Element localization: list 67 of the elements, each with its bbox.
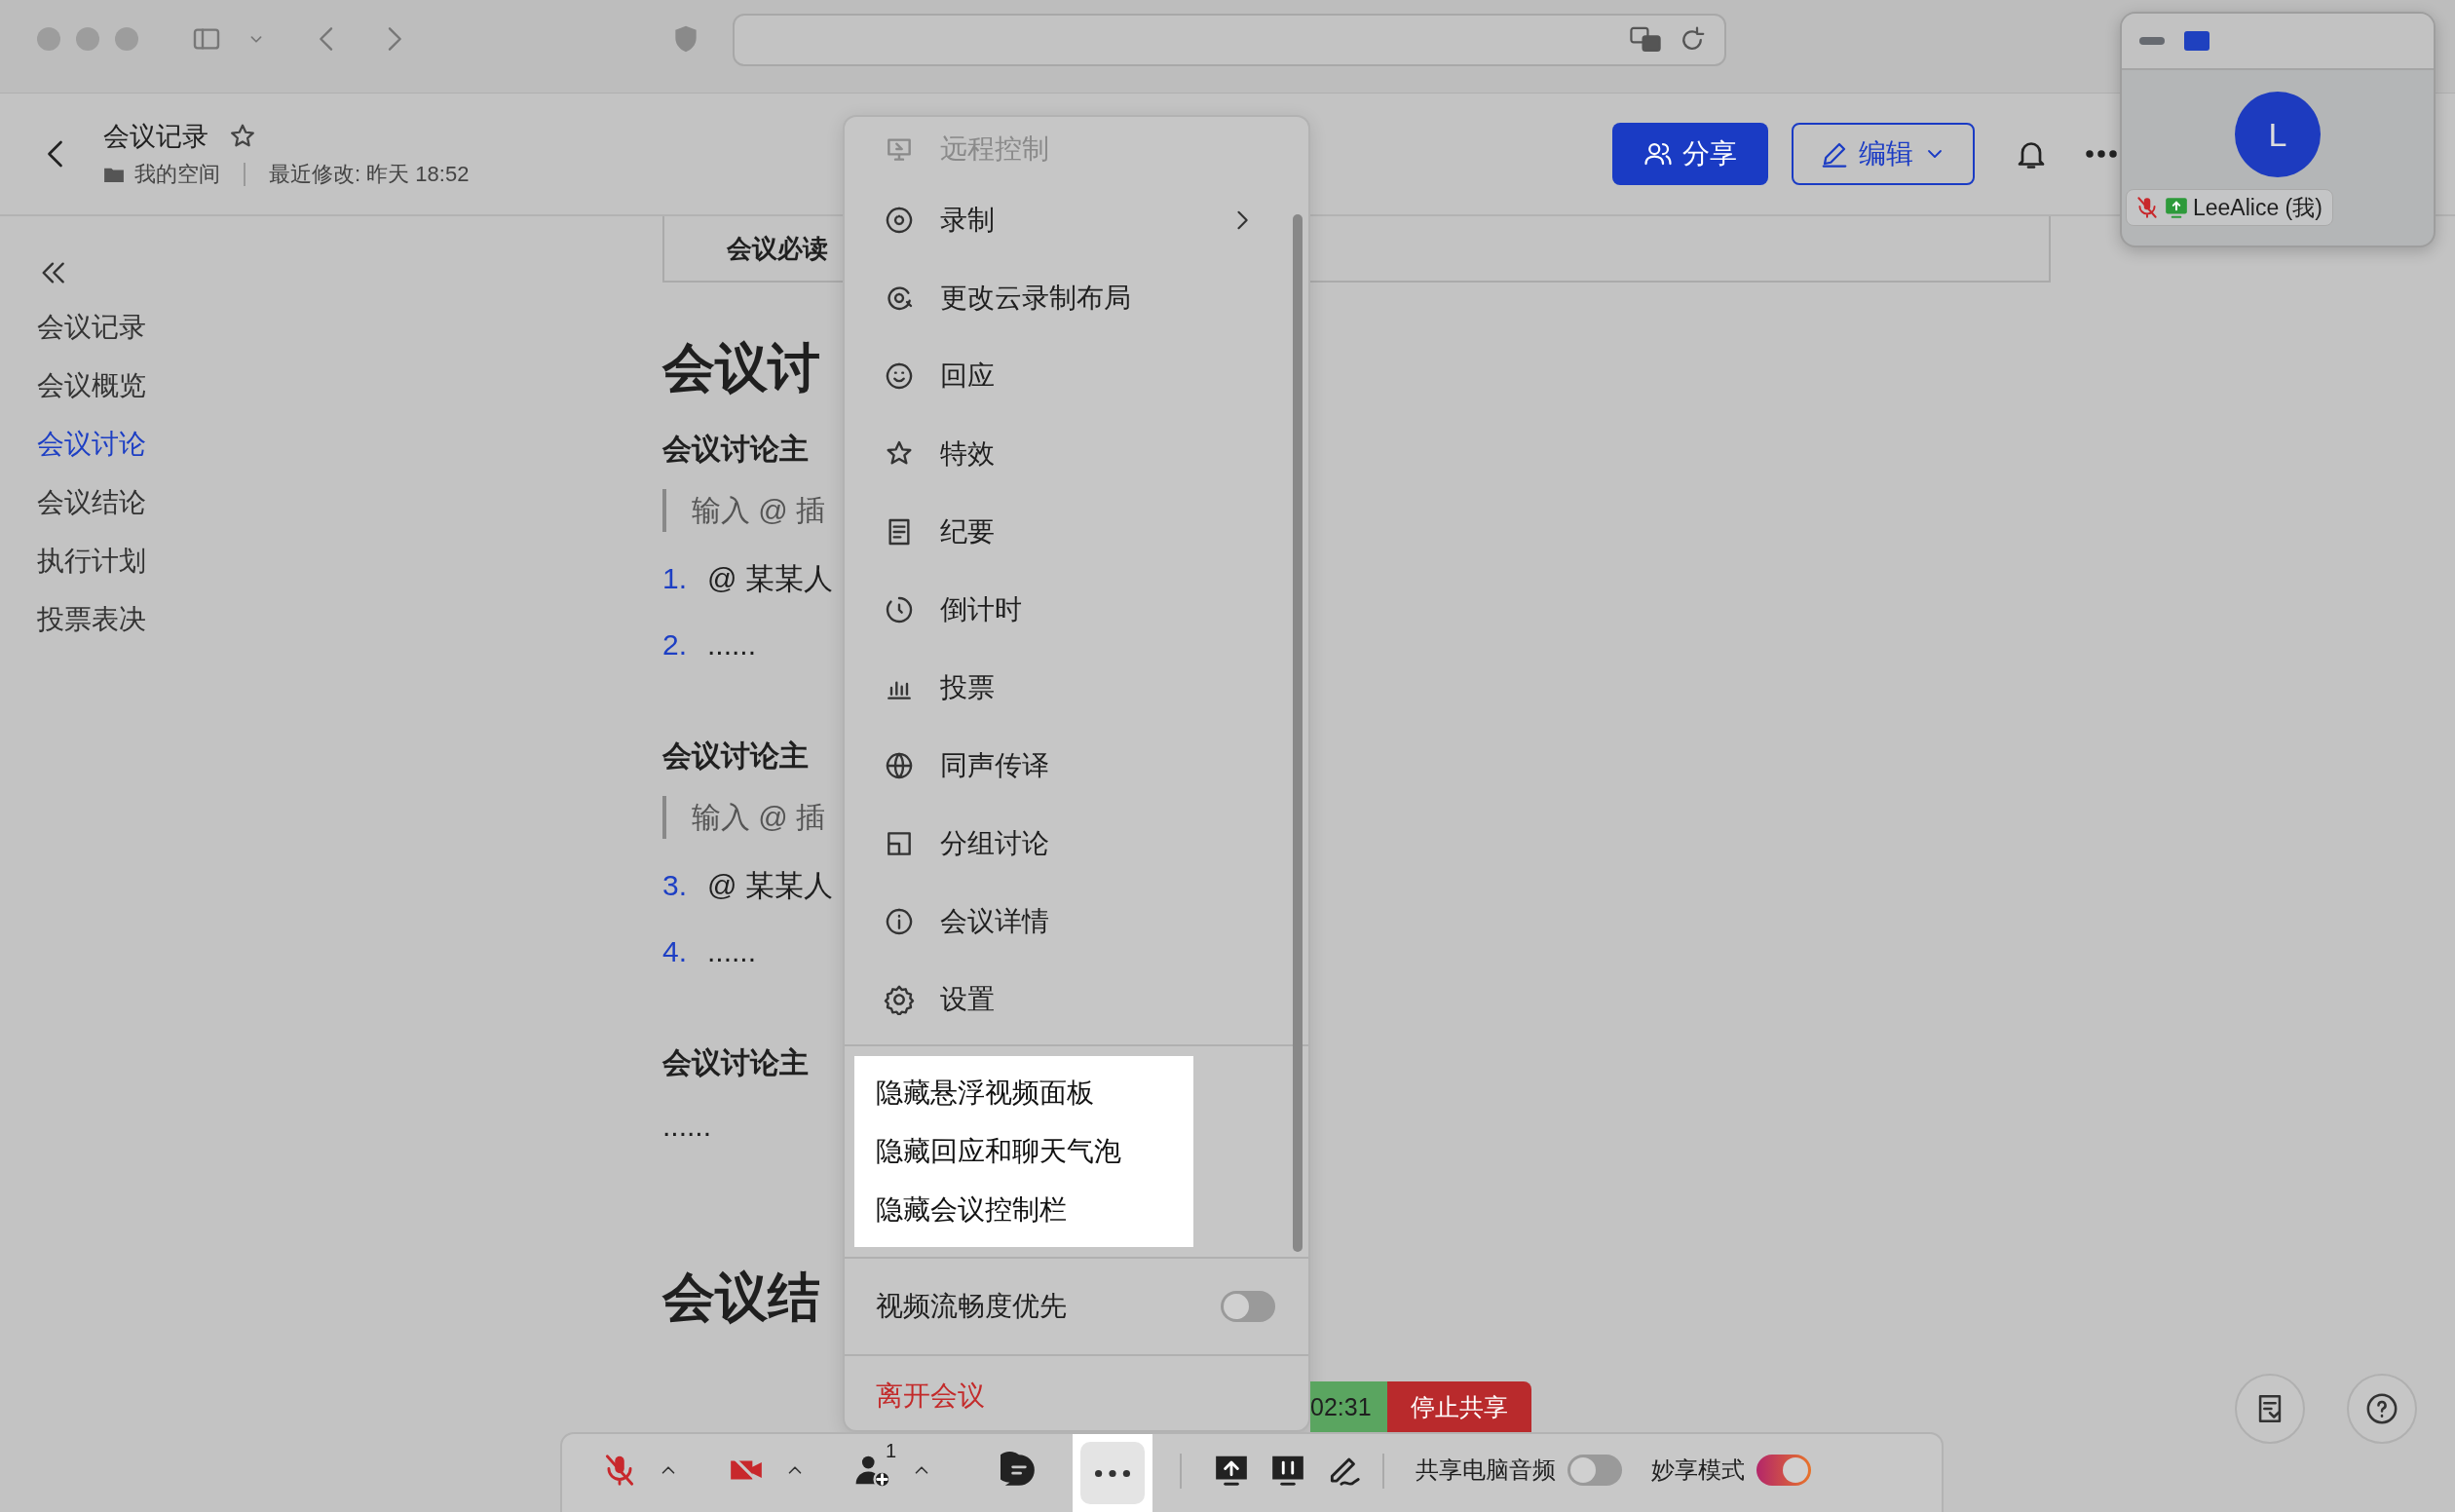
topic-heading: 会议讨论主 [662, 432, 809, 467]
list-number: 2. [662, 627, 689, 662]
smiley-icon [884, 360, 915, 392]
topic-heading: 会议讨论主 [662, 1045, 809, 1080]
info-icon [884, 906, 915, 937]
avatar: L [2235, 92, 2321, 177]
section-heading: 会议讨 [662, 337, 820, 398]
list-number: 3. [662, 868, 689, 903]
topic-heading: 会议讨论主 [662, 738, 809, 774]
toggle-switch[interactable] [1567, 1455, 1622, 1486]
list-text: @ 某某人 [707, 561, 833, 596]
menu-item[interactable]: 纪要 [845, 493, 1285, 571]
outline-item[interactable]: 执行计划 [37, 532, 146, 590]
stop-sharing-button[interactable]: 停止共享 [1386, 1381, 1531, 1432]
menu-item[interactable]: 倒计时 [845, 571, 1285, 649]
quote-text: 输入 @ 插 [692, 493, 826, 528]
help-icon [2365, 1392, 2398, 1425]
scrollbar[interactable] [1293, 214, 1303, 1252]
share-audio-label: 共享电脑音频 [1416, 1455, 1556, 1485]
participant-count: 1 [886, 1440, 897, 1462]
screen-share-icon [2164, 195, 2189, 220]
paragraph: ...... [662, 1109, 711, 1144]
list-number: 4. [662, 934, 689, 969]
list-text: ...... [707, 627, 756, 662]
menu-item[interactable]: 隐藏回应和聊天气泡 [854, 1122, 1121, 1181]
folder-icon [103, 166, 125, 183]
section-heading: 会议结 [662, 1266, 820, 1328]
menu-item[interactable]: 投票 [845, 649, 1285, 727]
menu-item[interactable]: 回应 [845, 337, 1285, 415]
globe-icon [884, 750, 915, 781]
outline-item[interactable]: 会议讨论 [37, 415, 146, 473]
toggle-switch[interactable] [1756, 1455, 1811, 1486]
menu-item[interactable]: 设置 [845, 961, 1285, 1039]
outline-item[interactable]: 投票表决 [37, 590, 146, 649]
edit-button[interactable]: 编辑 [1792, 123, 1975, 185]
menu-item[interactable]: 同声传译 [845, 727, 1285, 805]
menu-item[interactable]: 特效 [845, 415, 1285, 493]
share-button[interactable]: 分享 [1612, 123, 1768, 185]
list-number: 1. [662, 561, 689, 596]
toggle-switch[interactable] [1221, 1291, 1275, 1322]
menu-item[interactable]: 更改云录制布局 [845, 259, 1285, 337]
document-title: 会议记录 [103, 121, 208, 153]
notice-text: 会议必读 [727, 232, 828, 265]
menu-item[interactable]: 会议详情 [845, 883, 1285, 961]
space-link[interactable]: 我的空间 [134, 160, 220, 189]
timer-icon [884, 594, 915, 625]
record-icon [884, 205, 915, 236]
minimize-icon[interactable] [2139, 37, 2165, 45]
toggle-label: 视频流畅度优先 [876, 1290, 1067, 1323]
outline-item[interactable]: 会议记录 [37, 298, 146, 357]
participant-name: LeeAlice (我) [2193, 193, 2323, 222]
list-text: @ 某某人 [707, 868, 833, 903]
outline-item[interactable]: 会议结论 [37, 473, 146, 532]
more-button[interactable] [1080, 1442, 1145, 1504]
menu-item[interactable]: 隐藏悬浮视频面板 [854, 1064, 1094, 1122]
quote-text: 输入 @ 插 [692, 800, 826, 835]
menu-item[interactable]: 分组讨论 [845, 805, 1285, 883]
more-icon [1094, 1468, 1131, 1478]
share-timer: 02:31 [1310, 1381, 1387, 1432]
chat-icon[interactable] [1001, 1452, 1038, 1489]
outline-item[interactable]: 会议概览 [37, 357, 146, 415]
settings-icon [884, 984, 915, 1015]
list-text: ...... [707, 934, 756, 969]
last-modified: 最近修改: 昨天 18:52 [269, 161, 470, 188]
menu-item[interactable]: 录制 [845, 181, 1285, 259]
magic-share-label: 妙享模式 [1651, 1455, 1745, 1485]
menu-item[interactable]: 隐藏会议控制栏 [854, 1181, 1067, 1239]
